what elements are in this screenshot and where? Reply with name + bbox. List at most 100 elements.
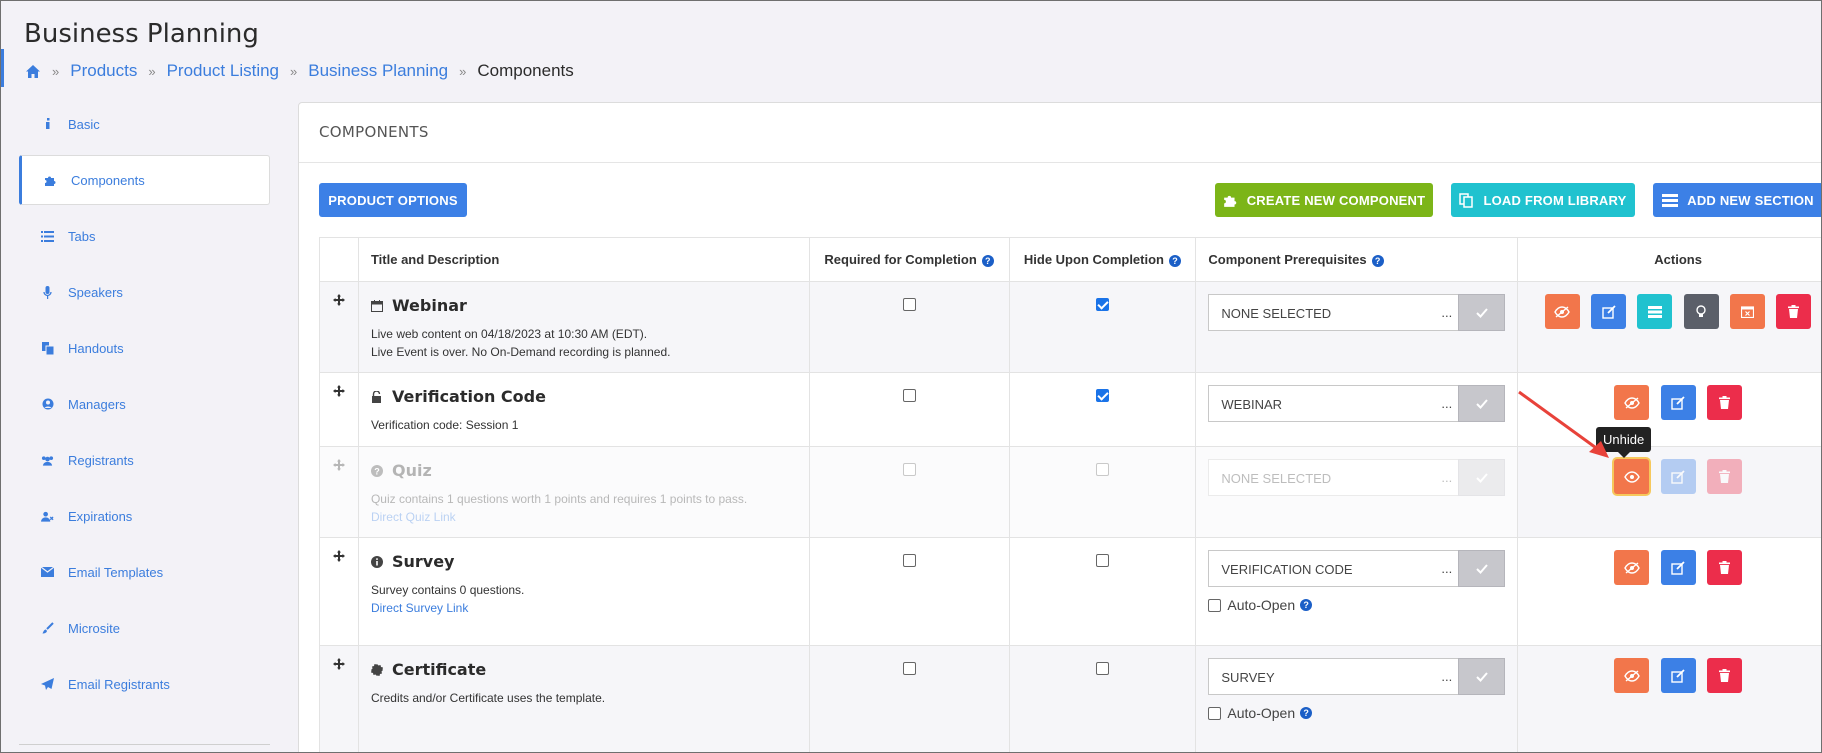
list-icon	[41, 230, 54, 243]
sidebar-item-managers[interactable]: Managers	[19, 379, 270, 429]
lightbulb-button[interactable]	[1683, 294, 1719, 329]
components-table: Title and Description Required for Compl…	[319, 237, 1821, 752]
sidebar-item-label: Tabs	[68, 228, 96, 244]
edit-icon	[1671, 469, 1685, 484]
delete-button[interactable]	[1706, 385, 1742, 420]
breadcrumb-product-listing[interactable]: Product Listing	[167, 61, 279, 81]
sidebar-item-components[interactable]: Components	[19, 155, 270, 205]
required-checkbox[interactable]	[902, 389, 916, 402]
checkmark-icon[interactable]	[1458, 294, 1506, 331]
edit-button[interactable]	[1660, 550, 1696, 585]
page-title: Business Planning	[24, 19, 259, 49]
edit-button[interactable]	[1660, 385, 1696, 420]
auto-open-label: Auto-Open	[1227, 705, 1296, 721]
help-icon[interactable]: ?	[1169, 254, 1181, 267]
sidebar-item-email-registrants[interactable]: Email Registrants	[19, 659, 270, 709]
move-icon	[332, 459, 345, 471]
breadcrumb: » Products » Product Listing » Business …	[25, 61, 574, 81]
auto-open-checkbox[interactable]	[1208, 598, 1222, 612]
prereq-select[interactable]: NONE SELECTED...	[1208, 294, 1506, 331]
checkmark-icon[interactable]	[1458, 658, 1506, 695]
drag-handle[interactable]	[319, 645, 359, 752]
unlock-icon	[371, 390, 383, 403]
table-row: Webinar Live web content on 04/18/2023 a…	[319, 281, 1821, 373]
product-options-button[interactable]: PRODUCT OPTIONS	[319, 183, 467, 217]
sidebar-item-label: Handouts	[68, 340, 124, 356]
required-column-header: Required for Completion?	[808, 237, 1010, 282]
calendar-remove-button[interactable]	[1730, 294, 1766, 329]
component-description: Credits and/or Certificate uses the temp…	[370, 691, 606, 705]
move-icon	[332, 550, 345, 562]
prereq-select[interactable]: NONE SELECTED...	[1208, 459, 1506, 496]
hide-button[interactable]	[1614, 658, 1650, 693]
sidebar-item-label: Managers	[68, 396, 126, 412]
create-new-component-button[interactable]: CREATE NEW COMPONENT	[1215, 183, 1433, 217]
question-circle-icon: ?	[370, 464, 383, 477]
sidebar-item-microsite[interactable]: Microsite	[19, 603, 270, 653]
drag-handle[interactable]	[319, 281, 359, 373]
edit-icon	[1671, 668, 1685, 683]
delete-button[interactable]	[1706, 658, 1742, 693]
sidebar-item-speakers[interactable]: Speakers	[19, 267, 270, 317]
puzzle-icon	[44, 174, 57, 187]
hide-button[interactable]	[1544, 294, 1580, 329]
auto-open-option[interactable]: Auto-Open?	[1208, 705, 1505, 721]
help-icon[interactable]: ?	[1371, 254, 1384, 267]
required-checkbox[interactable]	[902, 463, 916, 476]
hide-button[interactable]	[1614, 550, 1650, 585]
help-icon[interactable]: ?	[1300, 707, 1313, 719]
breadcrumb-products[interactable]: Products	[70, 61, 137, 81]
auto-open-checkbox[interactable]	[1208, 706, 1222, 720]
breadcrumb-business-planning[interactable]: Business Planning	[308, 61, 448, 81]
hide-checkbox[interactable]	[1095, 662, 1109, 675]
prereq-select[interactable]: SURVEY...	[1208, 658, 1506, 695]
sidebar-item-handouts[interactable]: Handouts	[19, 323, 270, 373]
direct-survey-link[interactable]: Direct Survey Link	[371, 601, 468, 615]
delete-button[interactable]	[1706, 550, 1742, 585]
drag-handle[interactable]	[319, 537, 359, 646]
hide-checkbox[interactable]	[1095, 554, 1109, 567]
help-icon[interactable]: ?	[981, 254, 994, 267]
edit-button[interactable]	[1660, 459, 1696, 494]
breadcrumb-current: Components	[477, 61, 574, 80]
checkmark-icon[interactable]	[1458, 385, 1506, 422]
auto-open-option[interactable]: Auto-Open?	[1208, 597, 1505, 613]
move-icon	[332, 658, 345, 670]
users-icon	[41, 454, 54, 467]
component-title: Quiz	[391, 461, 432, 480]
user-times-icon	[41, 510, 54, 523]
drag-handle[interactable]	[319, 372, 359, 447]
envelope-icon	[41, 566, 54, 579]
help-icon[interactable]: ?	[1300, 599, 1313, 611]
home-icon[interactable]	[25, 64, 41, 79]
sidebar-item-email-templates[interactable]: Email Templates	[19, 547, 270, 597]
direct-quiz-link[interactable]: Direct Quiz Link	[371, 510, 456, 524]
checkmark-icon[interactable]	[1458, 550, 1506, 587]
delete-button[interactable]	[1776, 294, 1812, 329]
hide-checkbox[interactable]	[1095, 298, 1109, 311]
sidebar-item-expirations[interactable]: Expirations	[19, 491, 270, 541]
table-row: Certificate Credits and/or Certificate u…	[319, 645, 1821, 752]
hide-checkbox[interactable]	[1095, 463, 1109, 476]
delete-button[interactable]	[1706, 459, 1742, 494]
hide-checkbox[interactable]	[1095, 389, 1109, 402]
panels-icon	[1647, 305, 1662, 318]
add-new-section-button[interactable]: ADD NEW SECTION	[1653, 183, 1821, 217]
prereq-select[interactable]: WEBINAR...	[1208, 385, 1506, 422]
sidebar-item-registrants[interactable]: Registrants	[19, 435, 270, 485]
checkmark-icon[interactable]	[1458, 459, 1506, 496]
copy-icon	[1459, 192, 1474, 208]
component-title: Survey	[391, 552, 455, 571]
stream-settings-button[interactable]	[1637, 294, 1673, 329]
sidebar-item-basic[interactable]: Basic	[19, 99, 270, 149]
sidebar-item-label: Speakers	[68, 284, 123, 300]
required-checkbox[interactable]	[902, 298, 916, 311]
prereq-select[interactable]: VERIFICATION CODE...	[1208, 550, 1506, 587]
edit-button[interactable]	[1591, 294, 1627, 329]
required-checkbox[interactable]	[902, 554, 916, 567]
edit-button[interactable]	[1660, 658, 1696, 693]
required-checkbox[interactable]	[902, 662, 916, 675]
load-from-library-button[interactable]: LOAD FROM LIBRARY	[1451, 183, 1635, 217]
drag-handle[interactable]	[319, 446, 359, 538]
sidebar-item-tabs[interactable]: Tabs	[19, 211, 270, 261]
